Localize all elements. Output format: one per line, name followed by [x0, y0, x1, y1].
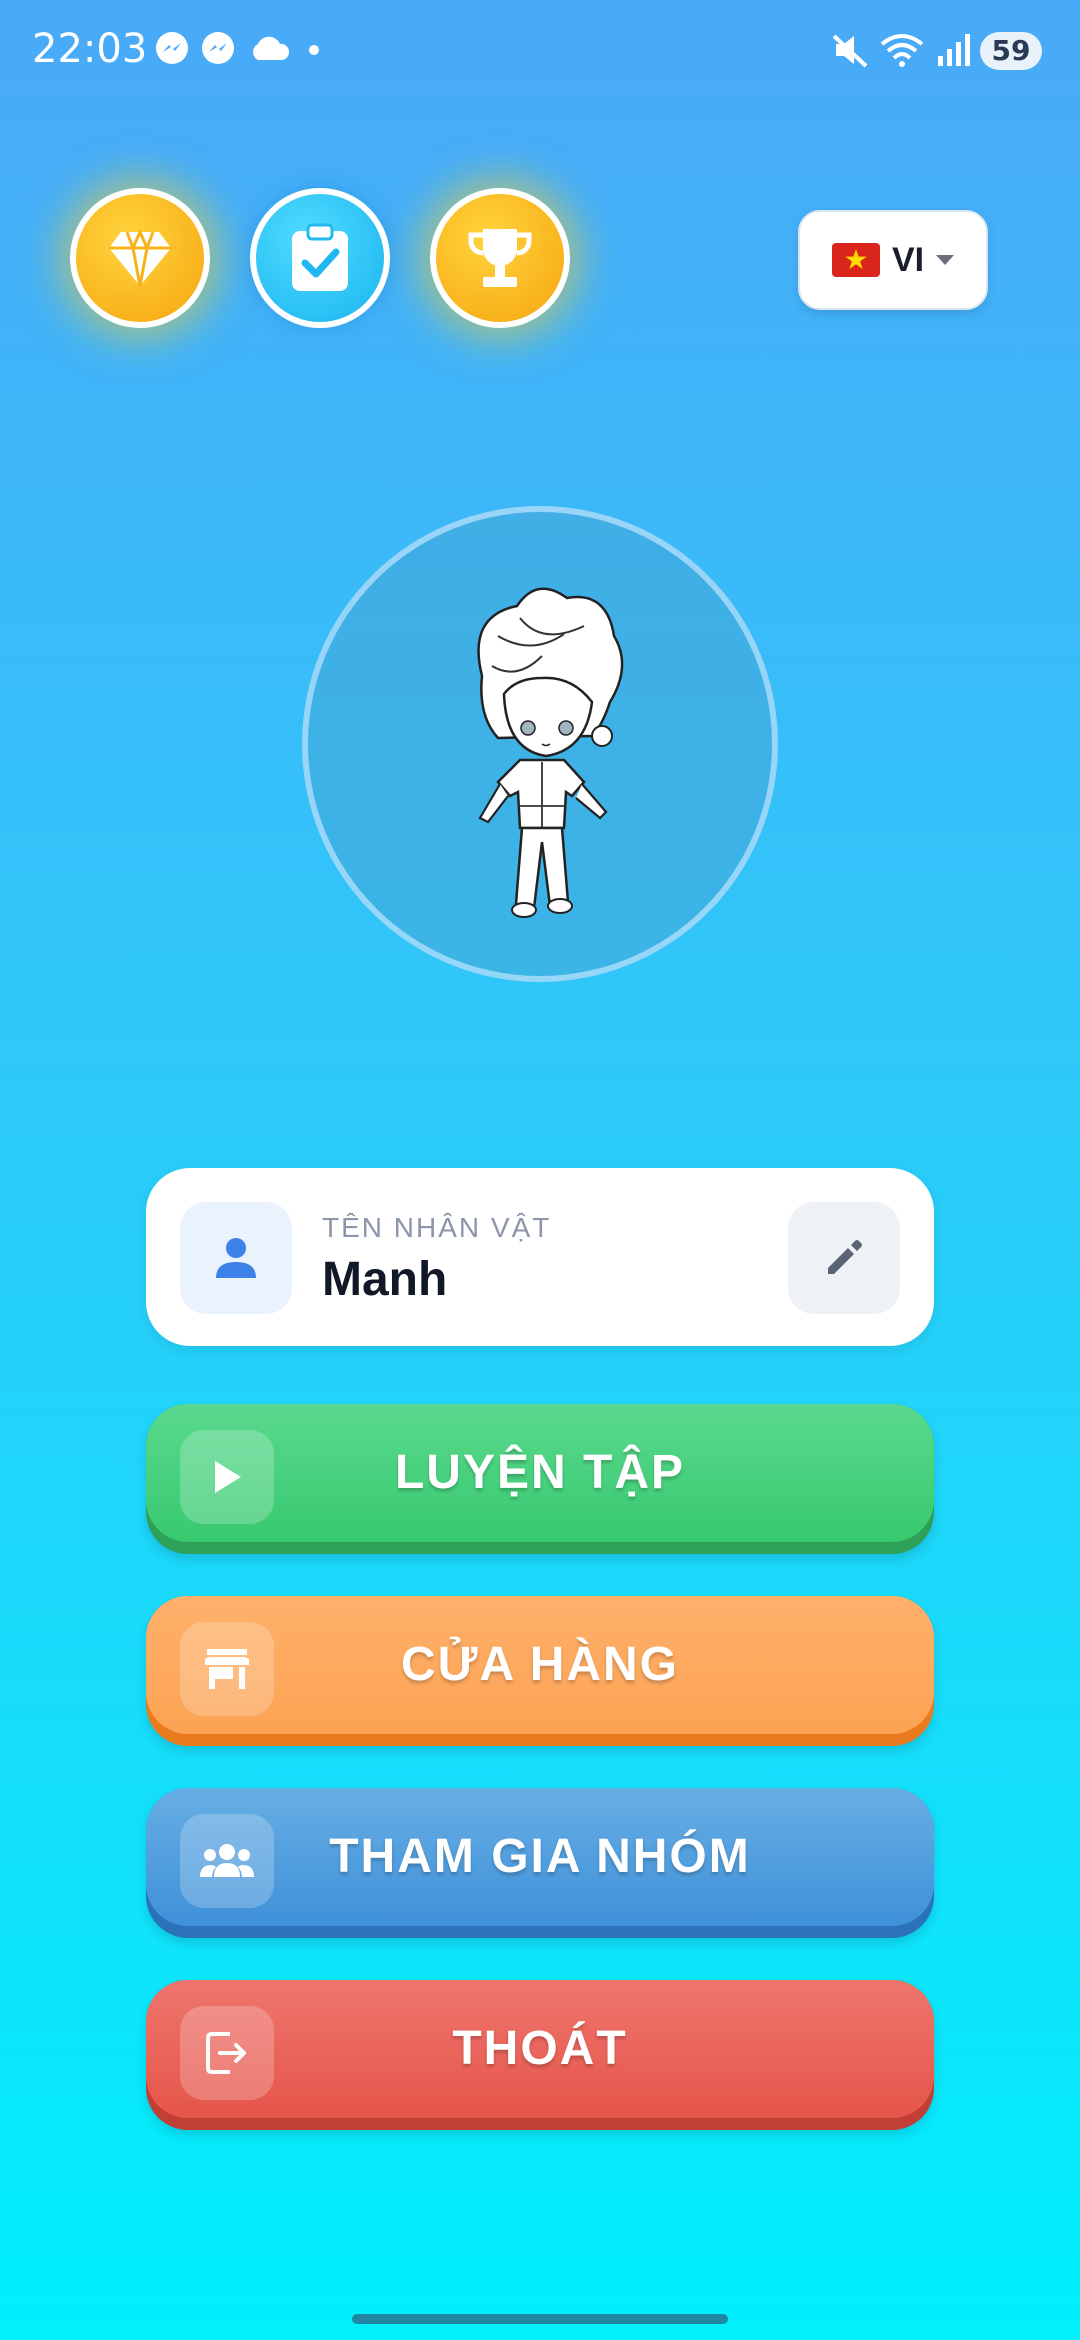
join-group-button[interactable]: THAM GIA NHÓM	[146, 1788, 934, 1938]
character-name-card: TÊN NHÂN VẬT Manh	[146, 1168, 934, 1346]
user-avatar-badge	[180, 1202, 292, 1314]
diamond-icon	[109, 228, 171, 287]
messenger-icon	[156, 32, 188, 64]
signal-icon	[938, 34, 970, 66]
character-avatar	[477, 587, 624, 918]
messenger-icon	[202, 32, 234, 64]
status-bar: 22:03 59	[0, 0, 1080, 100]
language-selector[interactable]: VI	[798, 210, 988, 310]
trophy-icon	[468, 229, 532, 287]
diamond-button[interactable]	[70, 188, 210, 328]
practice-label: LUYỆN TẬP	[394, 1446, 685, 1499]
cloud-icon	[253, 36, 290, 60]
wifi-icon	[880, 34, 924, 67]
leaderboard-button[interactable]	[430, 188, 570, 328]
dot-icon	[309, 45, 319, 55]
practice-button[interactable]: LUYỆN TẬP	[146, 1404, 934, 1554]
chevron-down-icon	[936, 255, 955, 265]
home-indicator[interactable]	[352, 2314, 728, 2324]
missions-button[interactable]	[250, 188, 390, 328]
shop-label: CỬA HÀNG	[400, 1638, 680, 1691]
character-name-label: TÊN NHÂN VẬT	[322, 1212, 552, 1243]
user-icon	[216, 1238, 256, 1278]
exit-label: THOÁT	[452, 2022, 628, 2075]
exit-button[interactable]: THOÁT	[146, 1980, 934, 2130]
vietnam-flag-icon	[831, 243, 880, 277]
status-time: 22:03	[32, 26, 148, 72]
language-code: VI	[891, 240, 925, 279]
join-group-label: THAM GIA NHÓM	[329, 1830, 751, 1883]
character-avatar-frame[interactable]	[302, 506, 778, 982]
clipboard-check-icon	[292, 223, 348, 291]
shop-button[interactable]: CỬA HÀNG	[146, 1596, 934, 1746]
character-name-value: Manh	[322, 1253, 448, 1306]
edit-name-button[interactable]	[788, 1202, 900, 1314]
battery-indicator: 59	[980, 32, 1042, 70]
mute-icon	[832, 34, 868, 68]
pencil-icon	[828, 1240, 862, 1274]
